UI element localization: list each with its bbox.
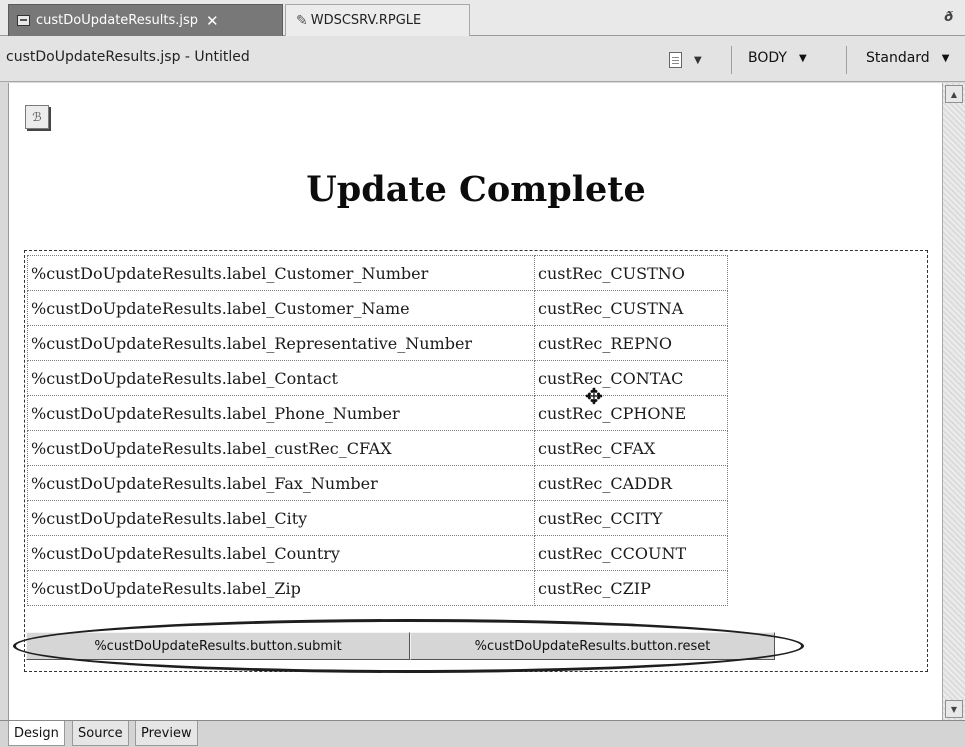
form-buttons: %custDoUpdateResults.button.submit %cust… [26, 632, 775, 660]
view-tab-bar: Design Source Preview [0, 720, 965, 747]
tab-label: custDoUpdateResults.jsp [36, 13, 199, 28]
chevron-down-icon: ▼ [798, 52, 807, 64]
field-label[interactable]: %custDoUpdateResults.label_Customer_Numb… [27, 255, 535, 291]
field-label[interactable]: %custDoUpdateResults.label_Country [27, 535, 535, 571]
toolbar-separator [846, 46, 847, 74]
tab-preview[interactable]: Preview [135, 721, 198, 746]
field-value[interactable]: custRec_CZIP [534, 570, 728, 606]
editor-title: custDoUpdateResults.jsp - Untitled [6, 49, 250, 65]
field-label[interactable]: %custDoUpdateResults.label_City [27, 500, 535, 536]
field-label[interactable]: %custDoUpdateResults.label_Fax_Number [27, 465, 535, 501]
design-canvas[interactable]: ℬ Update Complete %custDoUpdateResults.l… [8, 83, 942, 720]
mode-dropdown-value: Standard [866, 50, 930, 66]
mode-dropdown[interactable]: Standard ▼ [866, 50, 949, 66]
jsp-file-icon [17, 15, 30, 26]
field-value[interactable]: custRec_CCITY [534, 500, 728, 536]
table-row[interactable]: %custDoUpdateResults.label_custRec_CFAX c… [27, 430, 728, 466]
table-row[interactable]: %custDoUpdateResults.label_Country custRe… [27, 535, 728, 571]
layout-mode-dropdown[interactable]: ▼ [669, 50, 711, 70]
editor-tab-bar: custDoUpdateResults.jsp ✕ ✎ WDSCSRV.RPGL… [0, 0, 965, 36]
table-row[interactable]: %custDoUpdateResults.label_Fax_Number cus… [27, 465, 728, 501]
field-value[interactable]: custRec_CONTAC [534, 360, 728, 396]
maximize-icon[interactable]: ð [944, 10, 953, 25]
submit-button[interactable]: %custDoUpdateResults.button.submit [26, 632, 410, 660]
table-row[interactable]: %custDoUpdateResults.label_Zip custRec_CZ… [27, 570, 728, 606]
vertical-scrollbar[interactable]: ▲ ▼ [942, 83, 965, 720]
close-icon[interactable]: ✕ [206, 12, 219, 30]
table-row[interactable]: %custDoUpdateResults.label_City custRec_C… [27, 500, 728, 536]
tab-wdscsrv-rpgle[interactable]: ✎ WDSCSRV.RPGLE [285, 4, 470, 36]
table-row[interactable]: %custDoUpdateResults.label_Customer_Name… [27, 290, 728, 326]
tab-design[interactable]: Design [8, 721, 65, 746]
tag-dropdown-value: BODY [748, 50, 787, 66]
toolbar-separator [731, 46, 732, 74]
field-label[interactable]: %custDoUpdateResults.label_custRec_CFAX [27, 430, 535, 466]
table-row[interactable]: %custDoUpdateResults.label_Customer_Numb… [27, 255, 728, 291]
field-value[interactable]: custRec_CFAX [534, 430, 728, 466]
scroll-down-icon[interactable]: ▼ [945, 700, 963, 718]
field-value[interactable]: custRec_CPHONE [534, 395, 728, 431]
chevron-down-icon: ▼ [941, 52, 950, 64]
table-row[interactable]: %custDoUpdateResults.label_Contact custRe… [27, 360, 728, 396]
field-label[interactable]: %custDoUpdateResults.label_Contact [27, 360, 535, 396]
jsp-tag-icon[interactable]: ℬ [25, 105, 49, 129]
field-value[interactable]: custRec_CUSTNA [534, 290, 728, 326]
tag-dropdown[interactable]: BODY ▼ [748, 50, 807, 66]
field-label[interactable]: %custDoUpdateResults.label_Zip [27, 570, 535, 606]
field-label[interactable]: %custDoUpdateResults.label_Phone_Number [27, 395, 535, 431]
field-value[interactable]: custRec_REPNO [534, 325, 728, 361]
field-value[interactable]: custRec_CADDR [534, 465, 728, 501]
reset-button[interactable]: %custDoUpdateResults.button.reset [410, 632, 775, 660]
scroll-up-icon[interactable]: ▲ [945, 85, 963, 103]
tab-label: WDSCSRV.RPGLE [310, 13, 422, 28]
field-label[interactable]: %custDoUpdateResults.label_Customer_Name [27, 290, 535, 326]
page-heading[interactable]: Update Complete [9, 169, 943, 210]
field-value[interactable]: custRec_CUSTNO [534, 255, 728, 291]
page-layout-icon [669, 52, 682, 68]
field-label[interactable]: %custDoUpdateResults.label_Representativ… [27, 325, 535, 361]
pencil-icon: ✎ [296, 12, 308, 29]
table-row[interactable]: %custDoUpdateResults.label_Representativ… [27, 325, 728, 361]
table-row[interactable]: %custDoUpdateResults.label_Phone_Number c… [27, 395, 728, 431]
tab-custdoupdateresults-jsp[interactable]: custDoUpdateResults.jsp ✕ [8, 4, 283, 36]
fields-table[interactable]: %custDoUpdateResults.label_Customer_Numb… [27, 255, 728, 606]
field-value[interactable]: custRec_CCOUNT [534, 535, 728, 571]
tab-source[interactable]: Source [72, 721, 129, 746]
editor-toolbar: custDoUpdateResults.jsp - Untitled ▼ BOD… [0, 36, 965, 82]
chevron-down-icon: ▼ [694, 54, 702, 66]
